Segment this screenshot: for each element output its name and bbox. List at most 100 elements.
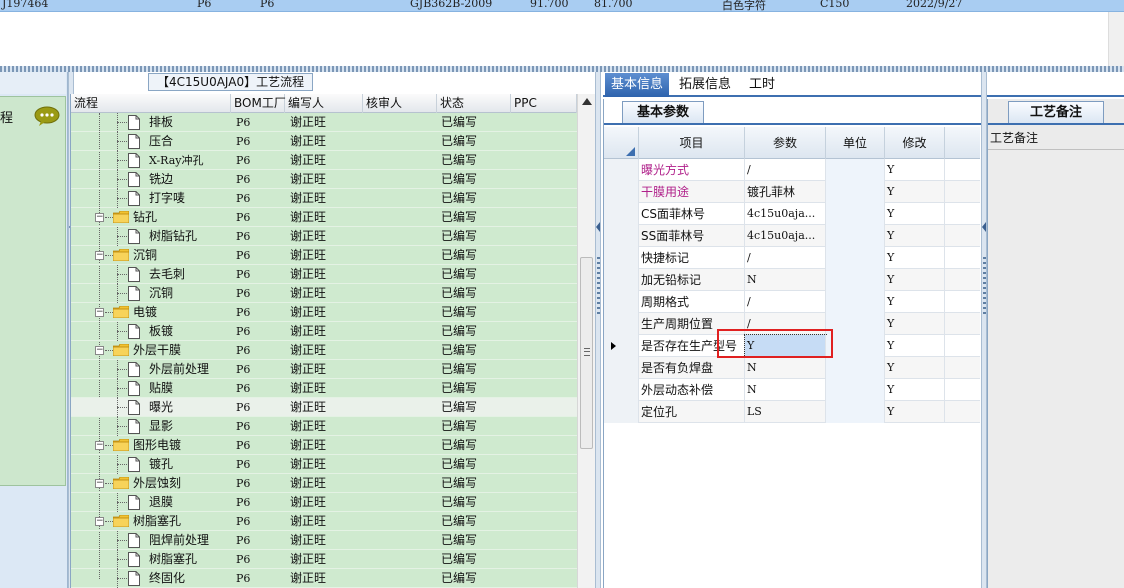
row-indicator[interactable] — [604, 313, 639, 335]
tree-folder-row[interactable]: − 外层干膜 P6 谢正旺 已编写 — [71, 341, 577, 360]
tree-item-row[interactable]: 曝光 P6 谢正旺 已编写 — [71, 398, 577, 417]
middle-vertical-splitter[interactable] — [595, 72, 601, 588]
col-header-bom[interactable]: BOM工厂 — [231, 94, 286, 113]
col-header-flow[interactable]: 流程 — [71, 94, 231, 113]
tab-process-notes[interactable]: 工艺备注 — [1008, 101, 1104, 123]
param-modify-cell[interactable]: Y — [885, 181, 945, 203]
param-modify-cell[interactable]: Y — [885, 357, 945, 379]
param-modify-cell[interactable]: Y — [885, 269, 945, 291]
param-modify-cell[interactable]: Y — [885, 203, 945, 225]
param-unit-cell[interactable] — [826, 203, 885, 225]
tree-item-row[interactable]: X-Ray冲孔 P6 谢正旺 已编写 — [71, 151, 577, 170]
collapse-toggle-icon[interactable]: − — [95, 251, 104, 260]
tree-item-row[interactable]: 树脂塞孔 P6 谢正旺 已编写 — [71, 550, 577, 569]
param-value-cell[interactable]: / — [745, 247, 826, 269]
tab-basic-info[interactable]: 基本信息 — [605, 73, 670, 97]
param-value-cell[interactable]: N — [745, 269, 826, 291]
param-modify-cell[interactable]: Y — [885, 225, 945, 247]
param-modify-cell[interactable]: Y — [885, 291, 945, 313]
tree-item-row[interactable]: 打字唛 P6 谢正旺 已编写 — [71, 189, 577, 208]
param-modify-cell[interactable]: Y — [885, 401, 945, 423]
col-header-item[interactable]: 项目 — [639, 127, 745, 159]
col-header-status[interactable]: 状态 — [437, 94, 511, 113]
param-row[interactable]: SS面菲林号 4c15u0aja... Y — [604, 225, 980, 247]
row-indicator[interactable] — [604, 247, 639, 269]
row-indicator[interactable] — [604, 181, 639, 203]
chat-bubble-icon[interactable] — [34, 106, 60, 126]
tree-folder-row[interactable]: − 树脂塞孔 P6 谢正旺 已编写 — [71, 512, 577, 531]
row-indicator[interactable] — [604, 291, 639, 313]
tab-extended-info[interactable]: 拓展信息 — [673, 73, 737, 97]
param-row[interactable]: 曝光方式 / Y — [604, 159, 980, 181]
col-header-param[interactable]: 参数 — [745, 127, 826, 159]
col-header-unit[interactable]: 单位 — [826, 127, 885, 159]
tree-folder-row[interactable]: − 图形电镀 P6 谢正旺 已编写 — [71, 436, 577, 455]
param-unit-cell[interactable] — [826, 357, 885, 379]
tree-folder-row[interactable]: − 钻孔 P6 谢正旺 已编写 — [71, 208, 577, 227]
tree-item-row[interactable]: 阻焊前处理 P6 谢正旺 已编写 — [71, 531, 577, 550]
param-row[interactable]: 外层动态补偿 N Y — [604, 379, 980, 401]
tree-folder-row[interactable]: − 外层蚀刻 P6 谢正旺 已编写 — [71, 474, 577, 493]
top-vertical-scrollbar[interactable] — [1108, 12, 1124, 66]
param-corner[interactable] — [604, 127, 639, 159]
tree-item-row[interactable]: 镀孔 P6 谢正旺 已编写 — [71, 455, 577, 474]
param-value-cell[interactable]: 4c15u0aja... — [745, 203, 826, 225]
param-unit-cell[interactable] — [826, 291, 885, 313]
tree-item-row[interactable]: 退膜 P6 谢正旺 已编写 — [71, 493, 577, 512]
collapse-toggle-icon[interactable]: − — [95, 517, 104, 526]
tree-item-row[interactable]: 压合 P6 谢正旺 已编写 — [71, 132, 577, 151]
param-row[interactable]: 干膜用途 镀孔菲林 Y — [604, 181, 980, 203]
row-indicator[interactable] — [604, 225, 639, 247]
horizontal-splitter[interactable] — [0, 66, 1124, 72]
param-value-cell[interactable]: 镀孔菲林 — [745, 181, 826, 203]
row-indicator[interactable] — [604, 379, 639, 401]
tree-item-row[interactable]: 外层前处理 P6 谢正旺 已编写 — [71, 360, 577, 379]
scroll-thumb[interactable] — [580, 257, 593, 449]
param-value-cell[interactable]: / — [745, 159, 826, 181]
tree-item-row[interactable]: 终固化 P6 谢正旺 已编写 — [71, 569, 577, 588]
param-row[interactable]: CS面菲林号 4c15u0aja... Y — [604, 203, 980, 225]
collapse-toggle-icon[interactable]: − — [95, 346, 104, 355]
tree-item-row[interactable]: 显影 P6 谢正旺 已编写 — [71, 417, 577, 436]
tree-item-row[interactable]: 树脂钻孔 P6 谢正旺 已编写 — [71, 227, 577, 246]
tree-item-row[interactable]: 贴膜 P6 谢正旺 已编写 — [71, 379, 577, 398]
param-unit-cell[interactable] — [826, 379, 885, 401]
tree-folder-row[interactable]: − 沉铜 P6 谢正旺 已编写 — [71, 246, 577, 265]
tree-item-row[interactable]: 板镀 P6 谢正旺 已编写 — [71, 322, 577, 341]
collapse-toggle-icon[interactable]: − — [95, 308, 104, 317]
row-indicator[interactable] — [604, 357, 639, 379]
param-value-cell[interactable]: 4c15u0aja... — [745, 225, 826, 247]
tree-item-row[interactable]: 沉铜 P6 谢正旺 已编写 — [71, 284, 577, 303]
param-unit-cell[interactable] — [826, 159, 885, 181]
tab-work-hours[interactable]: 工时 — [743, 73, 781, 97]
left-card[interactable]: 程 — [0, 96, 66, 486]
param-unit-cell[interactable] — [826, 269, 885, 291]
collapse-toggle-icon[interactable]: − — [95, 213, 104, 222]
param-modify-cell[interactable]: Y — [885, 379, 945, 401]
row-indicator[interactable] — [604, 269, 639, 291]
param-value-cell[interactable]: LS — [745, 401, 826, 423]
param-modify-cell[interactable]: Y — [885, 313, 945, 335]
tree-vertical-scrollbar[interactable] — [577, 94, 595, 588]
param-value-cell[interactable]: N — [745, 357, 826, 379]
param-row[interactable]: 定位孔 LS Y — [604, 401, 980, 423]
param-unit-cell[interactable] — [826, 401, 885, 423]
col-header-ppc[interactable]: PPC — [511, 94, 577, 113]
tree-folder-row[interactable]: − 电镀 P6 谢正旺 已编写 — [71, 303, 577, 322]
row-indicator[interactable] — [604, 335, 639, 357]
collapse-toggle-icon[interactable]: − — [95, 441, 104, 450]
col-header-modify[interactable]: 修改 — [885, 127, 945, 159]
param-unit-cell[interactable] — [826, 225, 885, 247]
param-row[interactable]: 快捷标记 / Y — [604, 247, 980, 269]
col-header-author[interactable]: 编写人 — [285, 94, 363, 113]
param-modify-cell[interactable]: Y — [885, 335, 945, 357]
param-row[interactable]: 加无铅标记 N Y — [604, 269, 980, 291]
param-value-cell[interactable]: / — [745, 291, 826, 313]
row-indicator[interactable] — [604, 203, 639, 225]
tree-item-row[interactable]: 排板 P6 谢正旺 已编写 — [71, 113, 577, 132]
param-value-cell[interactable]: N — [745, 379, 826, 401]
param-unit-cell[interactable] — [826, 335, 885, 357]
row-indicator[interactable] — [604, 401, 639, 423]
top-grid-row[interactable]: J197464 P6 P6 GJB362B-2009 91.700 81.700 白色字符 C… — [0, 0, 1124, 12]
tree-item-row[interactable]: 去毛刺 P6 谢正旺 已编写 — [71, 265, 577, 284]
